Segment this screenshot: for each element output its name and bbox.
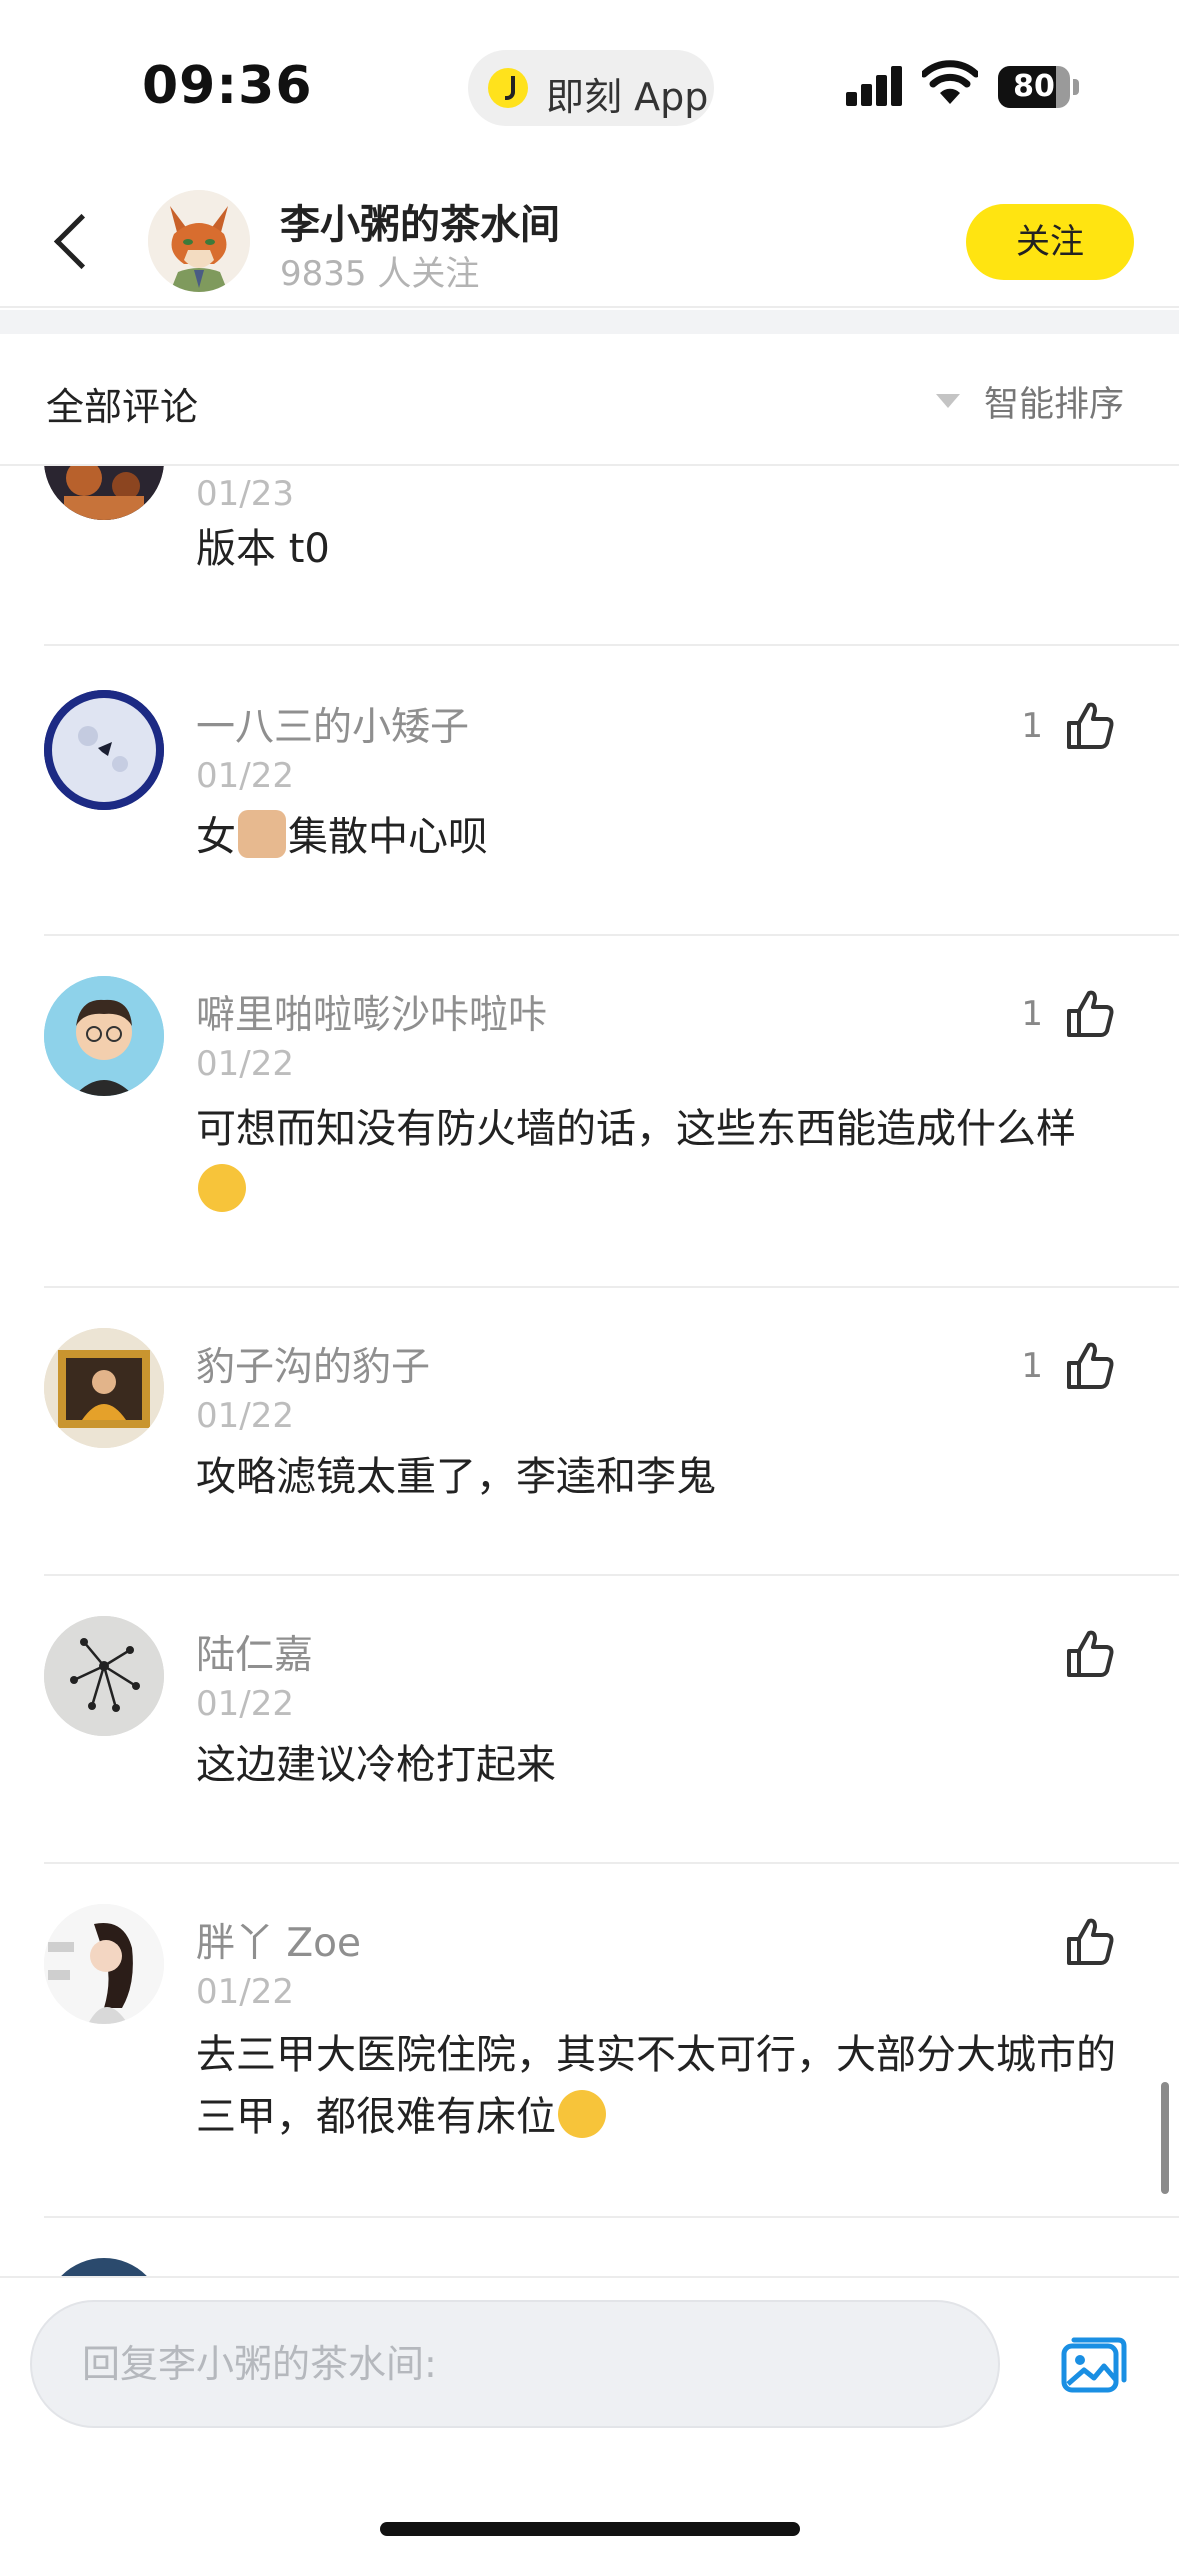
comment-divider <box>44 2216 1179 2218</box>
channel-avatar[interactable] <box>148 190 250 292</box>
comment-author[interactable]: 胖丫 Zoe <box>196 1912 361 1968</box>
comment-divider <box>44 644 1179 646</box>
home-indicator[interactable] <box>380 2522 800 2536</box>
comment-avatar[interactable] <box>44 1904 164 2024</box>
comment-content: 攻略滤镜太重了，李逵和李鬼 <box>196 1454 716 1500</box>
comment-date: 01/23 <box>196 474 294 514</box>
all-comments-title: 全部评论 <box>46 385 199 429</box>
framed-photo-avatar-icon <box>44 1328 164 1448</box>
comments-sort-bar: 全部评论 智能排序 <box>0 334 1179 466</box>
like-button[interactable]: 1 <box>1021 984 1117 1044</box>
jike-app-icon <box>488 68 528 108</box>
comment-avatar[interactable] <box>44 2258 164 2276</box>
caret-down-icon <box>936 394 960 408</box>
comment-divider <box>44 1286 1179 1288</box>
comment-content: 女集散中心呗 <box>196 806 1116 868</box>
battery-icon: 80 <box>998 66 1080 108</box>
comment-content: 这边建议冷枪打起来 <box>196 1742 556 1788</box>
comment-date: 01/22 <box>196 1044 294 1084</box>
scrollbar[interactable] <box>1161 2082 1169 2194</box>
thumbs-up-icon <box>1067 1630 1114 1677</box>
comment-author[interactable]: 豹子沟的豹子 <box>196 1336 430 1392</box>
like-count: 1 <box>1021 994 1043 1034</box>
comment-avatar[interactable] <box>44 1616 164 1736</box>
comment-author[interactable]: 噼里啪啦嘭沙咔啦咔 <box>196 984 547 1040</box>
sort-dropdown-label: 智能排序 <box>984 385 1125 425</box>
like-button[interactable] <box>1063 1912 1117 1972</box>
channel-follower-count: 9835 人关注 <box>280 254 480 294</box>
like-button[interactable]: 1 <box>1021 696 1117 756</box>
comment-date: 01/22 <box>196 1396 294 1436</box>
thumbs-up-icon <box>1067 990 1114 1037</box>
comment-avatar[interactable] <box>44 1328 164 1448</box>
thumbs-up-icon <box>1067 1918 1114 1965</box>
back-button[interactable] <box>40 202 110 282</box>
image-picker-icon[interactable] <box>1060 2332 1130 2396</box>
chandelier-avatar-icon <box>44 1616 164 1736</box>
channel-header: 李小粥的茶水间 9835 人关注 关注 <box>0 170 1179 308</box>
thinking-emoji-icon <box>198 1164 246 1212</box>
back-to-app-pill[interactable]: 即刻 App <box>468 50 714 126</box>
comment-author[interactable]: 陆仁嘉 <box>196 1624 313 1680</box>
comment-date: 01/22 <box>196 1972 294 2012</box>
app-pill-label: 即刻 App <box>546 75 709 119</box>
status-bar: 09:36 即刻 App 80 <box>0 0 1179 170</box>
comment-content: 去三甲大医院住院，其实不太可行，大部分大城市的三甲，都很难有床位 <box>196 2032 1116 2140</box>
user-avatar-icon <box>44 466 164 520</box>
illustrated-woman-avatar-icon <box>44 1904 164 2024</box>
laughing-emoji-icon <box>558 2090 606 2138</box>
comment-avatar[interactable] <box>44 690 164 810</box>
comment-date: 01/22 <box>196 756 294 796</box>
like-count: 1 <box>1021 1346 1043 1386</box>
cellular-signal-icon <box>846 66 904 106</box>
like-count: 1 <box>1021 706 1043 746</box>
comment-divider <box>44 1862 1179 1864</box>
thumbs-up-icon <box>1067 1342 1114 1389</box>
comment-divider <box>44 1574 1179 1576</box>
battery-level: 80 <box>1013 69 1055 104</box>
status-time: 09:36 <box>142 56 313 116</box>
reply-bar: 回复李小粥的茶水间: <box>0 2276 1179 2556</box>
follow-button[interactable]: 关注 <box>966 204 1134 280</box>
reply-input[interactable]: 回复李小粥的茶水间: <box>30 2300 1000 2428</box>
section-separator <box>0 310 1179 334</box>
comment-content: 可想而知没有防火墙的话，这些东西能造成什么样 <box>196 1098 1116 1222</box>
comment-author[interactable]: 一八三的小矮子 <box>196 696 469 752</box>
comment-divider <box>44 934 1179 936</box>
sort-dropdown[interactable]: 智能排序 <box>936 376 1136 426</box>
comment-date: 01/22 <box>196 1684 294 1724</box>
comment-avatar[interactable] <box>44 466 164 520</box>
like-button[interactable] <box>1063 1624 1117 1684</box>
thumbs-up-icon <box>1067 702 1114 749</box>
channel-name[interactable]: 李小粥的茶水间 <box>280 192 560 250</box>
like-button[interactable]: 1 <box>1021 1336 1117 1396</box>
wifi-icon <box>922 60 978 104</box>
fist-emoji-icon <box>238 810 286 858</box>
comment-content: 版本 t0 <box>196 526 330 572</box>
moon-avatar-icon <box>44 690 164 810</box>
cartoon-man-avatar-icon <box>44 976 164 1096</box>
comment-list[interactable]: 01/23 版本 t0 一八三的小矮子 01/22 女集散中心呗 1 噼里啪啦嘭… <box>0 466 1179 2276</box>
comment-avatar[interactable] <box>44 976 164 1096</box>
fox-avatar-icon <box>148 190 250 292</box>
